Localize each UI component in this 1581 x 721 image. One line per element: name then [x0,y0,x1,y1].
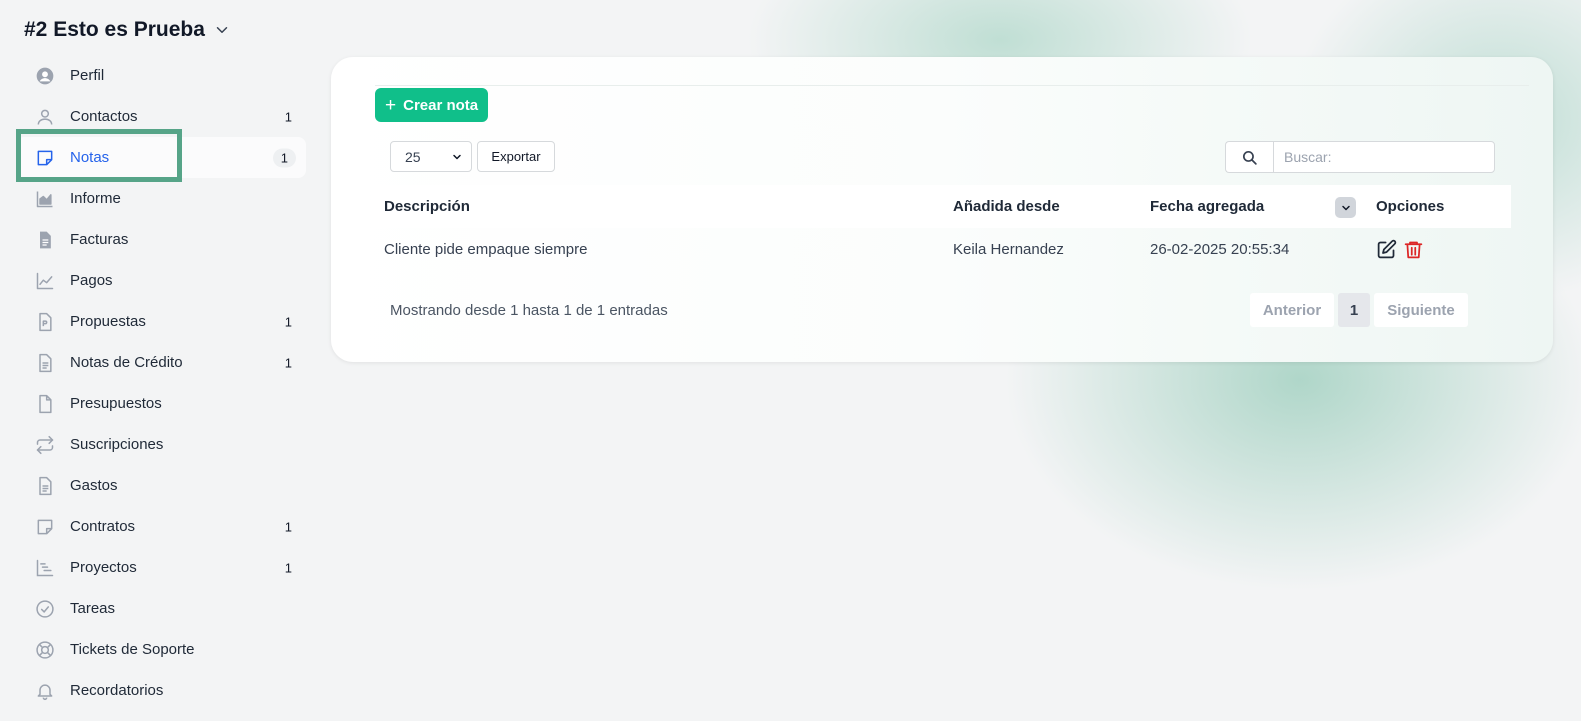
count-badge: 1 [284,560,292,575]
sidebar-item-label: Contratos [70,518,136,535]
sidebar-item-recordatorios[interactable]: Recordatorios [16,670,306,711]
repeat-icon [34,434,56,456]
chevron-down-icon [453,154,461,159]
line-chart-icon [34,270,56,292]
sort-toggle[interactable] [1335,197,1356,218]
column-header-options: Opciones [1376,198,1445,215]
count-badge: 1 [284,519,292,534]
sidebar-item-contratos[interactable]: Contratos 1 [16,506,306,547]
count-badge: 1 [284,314,292,329]
notes-panel: + Crear nota 25 Exportar Descripción Aña… [331,57,1553,362]
next-page-button[interactable]: Siguiente [1374,293,1468,327]
search-input[interactable] [1273,141,1495,173]
count-badge: 1 [284,109,292,124]
chevron-down-icon [1341,205,1350,210]
cell-description: Cliente pide empaque siempre [384,240,588,258]
table-header: Descripción Añadida desde Fecha agregada… [374,185,1511,228]
sidebar-item-label: Presupuestos [70,395,162,412]
sidebar-item-notas[interactable]: Notas 1 [16,137,306,178]
column-header-description[interactable]: Descripción [384,198,470,215]
table-row: Cliente pide empaque siempre Keila Herna… [374,228,1511,270]
page-size-select[interactable]: 25 [390,141,472,172]
sidebar-item-pagos[interactable]: Pagos [16,260,306,301]
gantt-icon [34,557,56,579]
sidebar-item-label: Notas de Crédito [70,354,183,371]
table-info: Mostrando desde 1 hasta 1 de 1 entradas [390,302,668,319]
user-icon [34,106,56,128]
page-number-button[interactable]: 1 [1338,293,1370,327]
sidebar-item-label: Facturas [70,231,129,248]
check-circle-icon [34,598,56,620]
sidebar-item-tickets[interactable]: Tickets de Soporte [16,629,306,670]
sidebar-item-label: Proyectos [70,559,137,576]
count-badge: 1 [272,148,296,167]
search-box [1225,141,1495,173]
sidebar: #2 Esto es Prueba Perfil Contactos 1 Not… [0,0,320,721]
column-header-date-added[interactable]: Fecha agregada [1150,198,1264,215]
sidebar-item-presupuestos[interactable]: Presupuestos [16,383,306,424]
count-badge: 1 [284,355,292,370]
sidebar-item-label: Perfil [70,67,105,84]
sidebar-item-notas-de-credito[interactable]: Notas de Crédito 1 [16,342,306,383]
proposal-icon [34,311,56,333]
sidebar-item-label: Recordatorios [70,682,164,699]
sidebar-item-gastos[interactable]: Gastos [16,465,306,506]
project-title: #2 Esto es Prueba [24,18,205,41]
divider [375,85,1529,86]
sidebar-item-label: Contactos [70,108,138,125]
document-icon [34,475,56,497]
row-actions [1376,239,1424,260]
sidebar-item-label: Suscripciones [70,436,164,453]
bell-icon [34,680,56,702]
sidebar-item-informe[interactable]: Informe [16,178,306,219]
invoice-icon [34,229,56,251]
note-icon [34,147,56,169]
page-size-value: 25 [405,148,421,165]
cell-date-added: 26-02-2025 20:55:34 [1150,240,1290,258]
sidebar-item-facturas[interactable]: Facturas [16,219,306,260]
credit-note-icon [34,352,56,374]
pagination: Anterior 1 Siguiente [1250,293,1468,327]
search-icon [1242,150,1257,165]
sidebar-item-label: Notas [70,149,110,166]
sidebar-item-label: Propuestas [70,313,146,330]
sidebar-item-label: Tickets de Soporte [70,641,195,658]
create-note-button[interactable]: + Crear nota [375,88,489,122]
sidebar-item-propuestas[interactable]: Propuestas 1 [16,301,306,342]
prev-page-button[interactable]: Anterior [1250,293,1334,327]
edit-icon[interactable] [1376,239,1397,260]
sidebar-item-label: Tareas [70,600,116,617]
create-note-label: Crear nota [403,96,479,114]
export-button[interactable]: Exportar [477,141,555,172]
sidebar-item-label: Informe [70,190,121,207]
sidebar-item-proyectos[interactable]: Proyectos 1 [16,547,306,588]
project-selector[interactable]: #2 Esto es Prueba [24,18,231,42]
lifebuoy-icon [34,639,56,661]
sidebar-item-label: Pagos [70,272,113,289]
trash-icon[interactable] [1403,239,1424,260]
area-chart-icon [34,188,56,210]
sidebar-item-suscripciones[interactable]: Suscripciones [16,424,306,465]
sidebar-item-perfil[interactable]: Perfil [16,55,306,96]
sidebar-item-tareas[interactable]: Tareas [16,588,306,629]
column-header-added-from[interactable]: Añadida desde [953,198,1060,215]
sidebar-item-contactos[interactable]: Contactos 1 [16,96,306,137]
contract-icon [34,516,56,538]
file-icon [34,393,56,415]
user-circle-icon [34,65,56,87]
chevron-down-icon [216,27,228,33]
plus-icon: + [385,94,397,116]
sidebar-menu: Perfil Contactos 1 Notas 1 Informe Factu… [16,55,306,711]
search-button[interactable] [1225,141,1273,173]
sidebar-item-label: Gastos [70,477,118,494]
cell-added-from: Keila Hernandez [953,240,1064,258]
